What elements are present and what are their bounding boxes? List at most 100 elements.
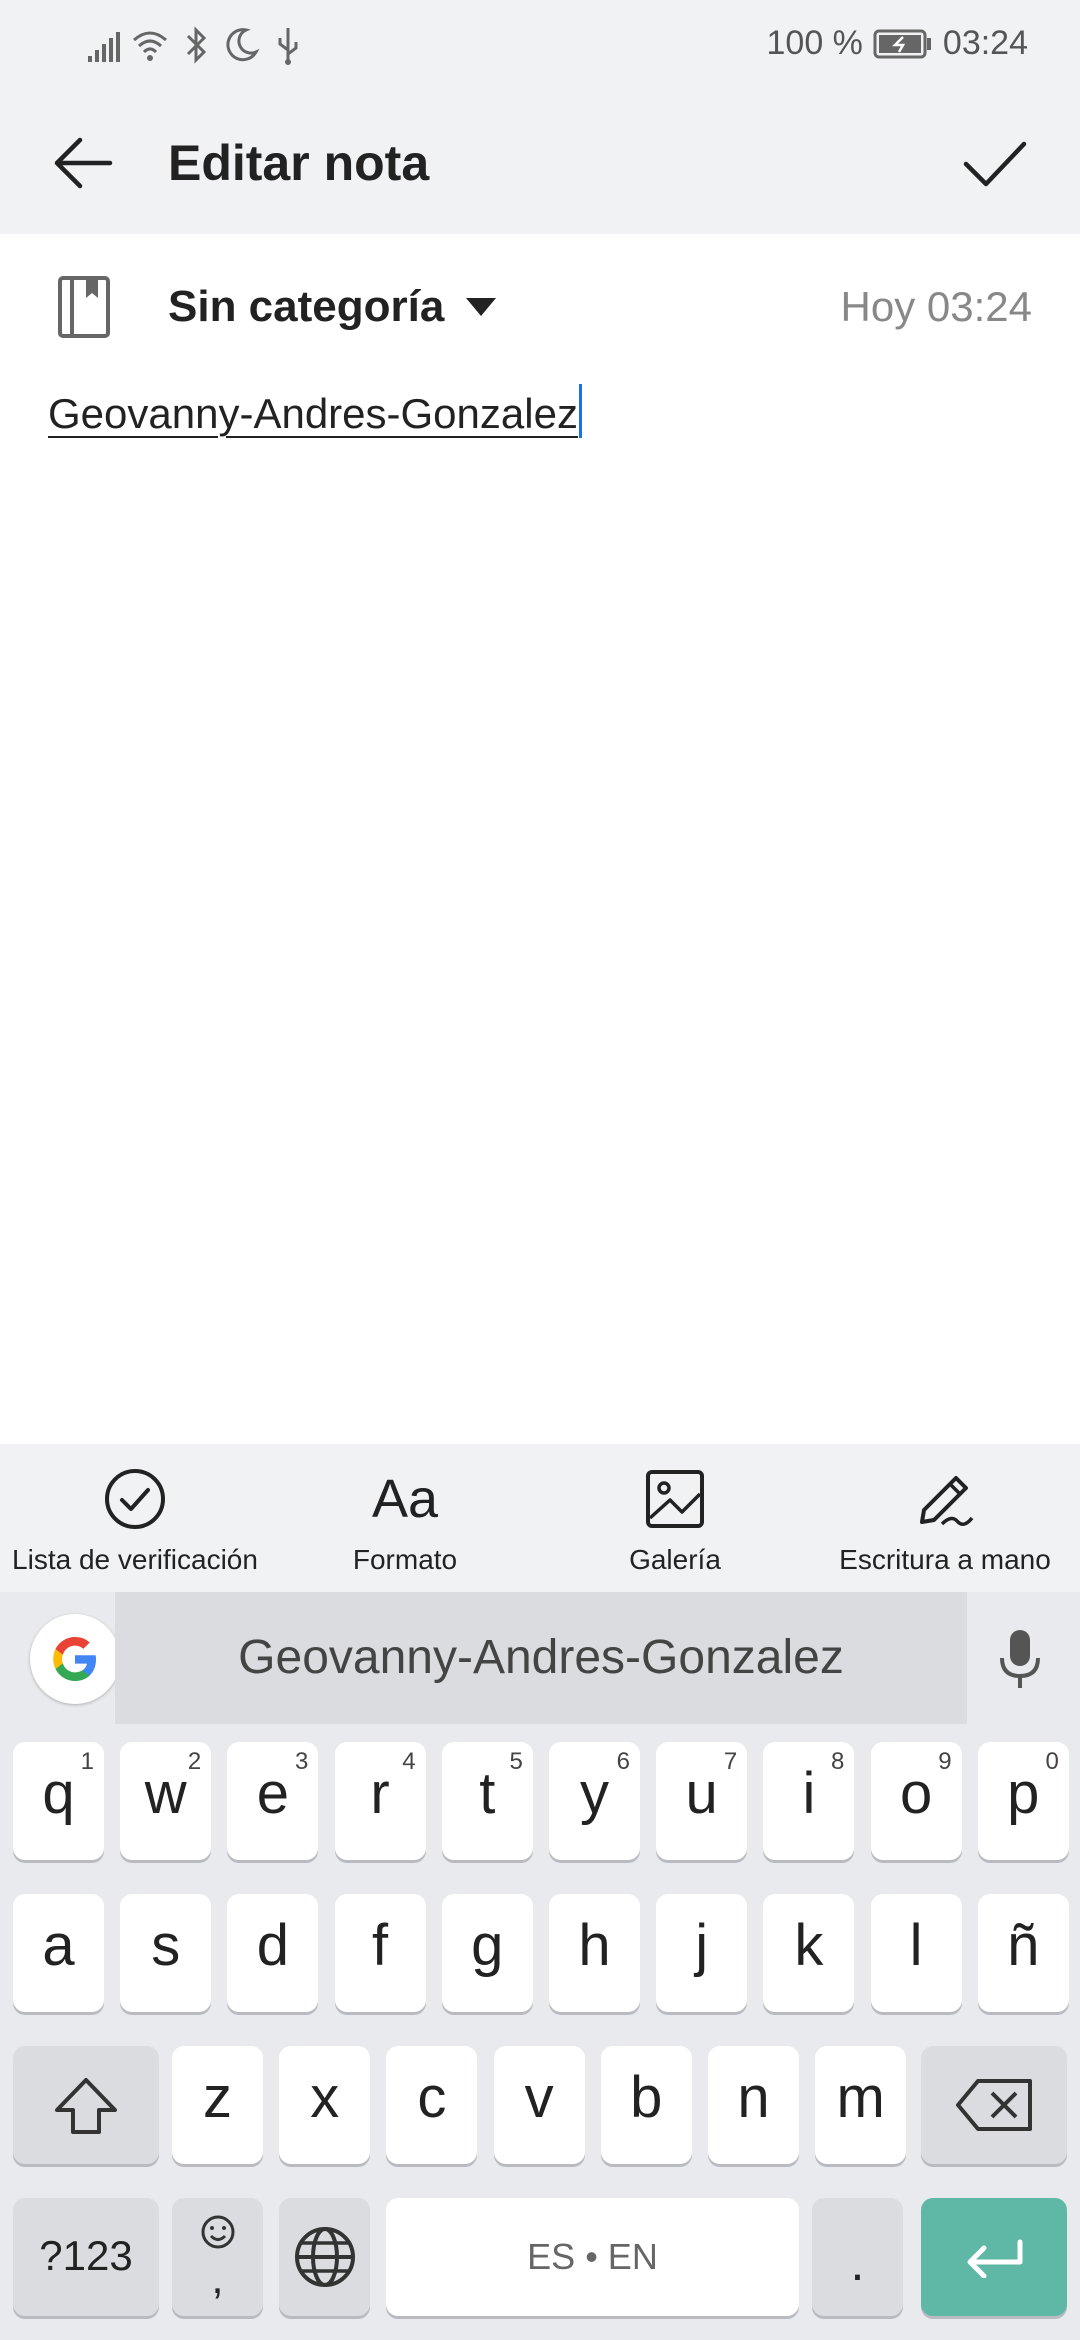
- handwriting-button[interactable]: Escritura a mano: [810, 1444, 1080, 1592]
- enter-icon: [967, 2239, 1023, 2278]
- key-hint: 0: [1045, 1748, 1059, 1775]
- bluetooth-icon: [186, 26, 207, 64]
- key-o[interactable]: o9: [870, 1742, 962, 1860]
- shift-icon: [55, 2078, 117, 2134]
- shift-key[interactable]: [13, 2046, 159, 2164]
- format-label: Formato: [352, 1544, 458, 1575]
- period-key[interactable]: .: [812, 2198, 903, 2316]
- battery-icon: [873, 29, 931, 58]
- key-w[interactable]: w2: [120, 1742, 212, 1860]
- checklist-icon: [105, 1469, 165, 1529]
- text-cursor: [578, 384, 582, 438]
- dropdown-triangle-icon: [466, 298, 496, 316]
- key-m[interactable]: m: [815, 2046, 907, 2164]
- key-hint: 4: [402, 1748, 416, 1775]
- key-e[interactable]: e3: [227, 1742, 319, 1860]
- backspace-key[interactable]: [921, 2046, 1067, 2164]
- key-q[interactable]: q1: [13, 1742, 104, 1860]
- save-check-icon[interactable]: [960, 130, 1030, 196]
- key-label: b: [630, 2065, 663, 2130]
- key-r[interactable]: r4: [334, 1742, 426, 1860]
- key-j[interactable]: j: [656, 1894, 748, 2012]
- key-label: d: [256, 1913, 290, 1978]
- gallery-icon: [646, 1470, 704, 1528]
- note-editor[interactable]: Geovanny-Andres-Gonzalez: [48, 384, 582, 444]
- key-hint: 6: [616, 1748, 630, 1775]
- status-bar: 100 % 03:24: [0, 0, 1080, 90]
- category-row: Sin categoría Hoy 03:24: [0, 234, 1080, 384]
- notebook-icon: [58, 276, 110, 338]
- key-hint: 8: [831, 1748, 845, 1775]
- globe-icon: [295, 2227, 355, 2287]
- key-u[interactable]: u7: [656, 1742, 748, 1860]
- key-x[interactable]: x: [279, 2046, 371, 2164]
- key-label: j: [695, 1913, 709, 1978]
- key-label: f: [372, 1913, 389, 1978]
- key-c[interactable]: c: [386, 2046, 478, 2164]
- handwriting-label: Escritura a mano: [839, 1544, 1051, 1575]
- key-label: c: [417, 2065, 447, 2130]
- key-n[interactable]: n: [708, 2046, 799, 2164]
- wifi-icon: [133, 31, 167, 61]
- key-g[interactable]: g: [441, 1894, 533, 2012]
- battery-percent: 100 %: [766, 24, 863, 62]
- key-label: ?123: [39, 2232, 133, 2279]
- key-a[interactable]: a: [13, 1894, 104, 2012]
- key-label: m: [836, 2065, 885, 2130]
- key-p[interactable]: p0: [977, 1742, 1069, 1860]
- enter-key[interactable]: [921, 2198, 1067, 2316]
- checklist-button[interactable]: Lista de verificación: [0, 1444, 270, 1592]
- key-label: x: [310, 2065, 340, 2130]
- key-label: v: [524, 2065, 554, 2130]
- key-t[interactable]: t5: [441, 1742, 533, 1860]
- emoji-icon: [201, 2215, 235, 2249]
- key-label: l: [909, 1913, 923, 1978]
- key-hint: 7: [723, 1748, 738, 1775]
- emoji-comma-key[interactable]: ,: [172, 2198, 263, 2316]
- key-label: ñ: [1007, 1913, 1040, 1978]
- google-logo-icon[interactable]: [30, 1614, 120, 1704]
- key-label: h: [578, 1913, 611, 1978]
- key-l[interactable]: l: [870, 1894, 962, 2012]
- key-v[interactable]: v: [493, 2046, 585, 2164]
- moon-icon: [226, 28, 260, 62]
- key-b[interactable]: b: [600, 2046, 692, 2164]
- language-key[interactable]: [279, 2198, 370, 2316]
- format-button[interactable]: Aa Formato: [270, 1444, 540, 1592]
- microphone-icon[interactable]: [998, 1628, 1042, 1690]
- key-hint: 9: [938, 1748, 952, 1775]
- app-bar: Editar nota: [0, 90, 1080, 234]
- key-label: ,: [211, 2254, 224, 2303]
- key-y[interactable]: y6: [549, 1742, 640, 1860]
- key-z[interactable]: z: [172, 2046, 263, 2164]
- key-k[interactable]: k: [763, 1894, 855, 2012]
- back-arrow-icon[interactable]: [50, 130, 116, 196]
- key-h[interactable]: h: [549, 1894, 640, 2012]
- suggestion-bar: Geovanny-Andres-Gonzalez: [0, 1592, 1080, 1724]
- key-label: n: [737, 2065, 770, 2130]
- key-label: g: [471, 1913, 504, 1978]
- key-hint: 1: [80, 1748, 94, 1775]
- key-label: a: [42, 1913, 75, 1978]
- key-d[interactable]: d: [227, 1894, 319, 2012]
- key-hint: 2: [187, 1748, 202, 1775]
- key-hint: 5: [509, 1748, 523, 1775]
- page-title: Editar nota: [168, 135, 430, 191]
- key-ñ[interactable]: ñ: [977, 1894, 1069, 2012]
- key-label: .: [850, 2235, 865, 2291]
- gallery-button[interactable]: Galería: [540, 1444, 810, 1592]
- format-icon: Aa: [371, 1469, 439, 1529]
- checklist-label: Lista de verificación: [12, 1544, 258, 1575]
- usb-icon: [278, 28, 298, 65]
- key-label: s: [151, 1913, 181, 1978]
- suggestion-chip[interactable]: Geovanny-Andres-Gonzalez: [115, 1592, 967, 1724]
- key-s[interactable]: s: [120, 1894, 212, 2012]
- key-i[interactable]: i8: [763, 1742, 855, 1860]
- symbols-key[interactable]: ?123: [13, 2198, 159, 2316]
- key-label: ES • EN: [527, 2236, 658, 2277]
- key-f[interactable]: f: [334, 1894, 426, 2012]
- gallery-label: Galería: [629, 1544, 721, 1575]
- space-key[interactable]: ES • EN: [386, 2198, 799, 2316]
- note-text: Geovanny-Andres-Gonzalez: [48, 390, 578, 437]
- backspace-icon: [956, 2079, 1032, 2131]
